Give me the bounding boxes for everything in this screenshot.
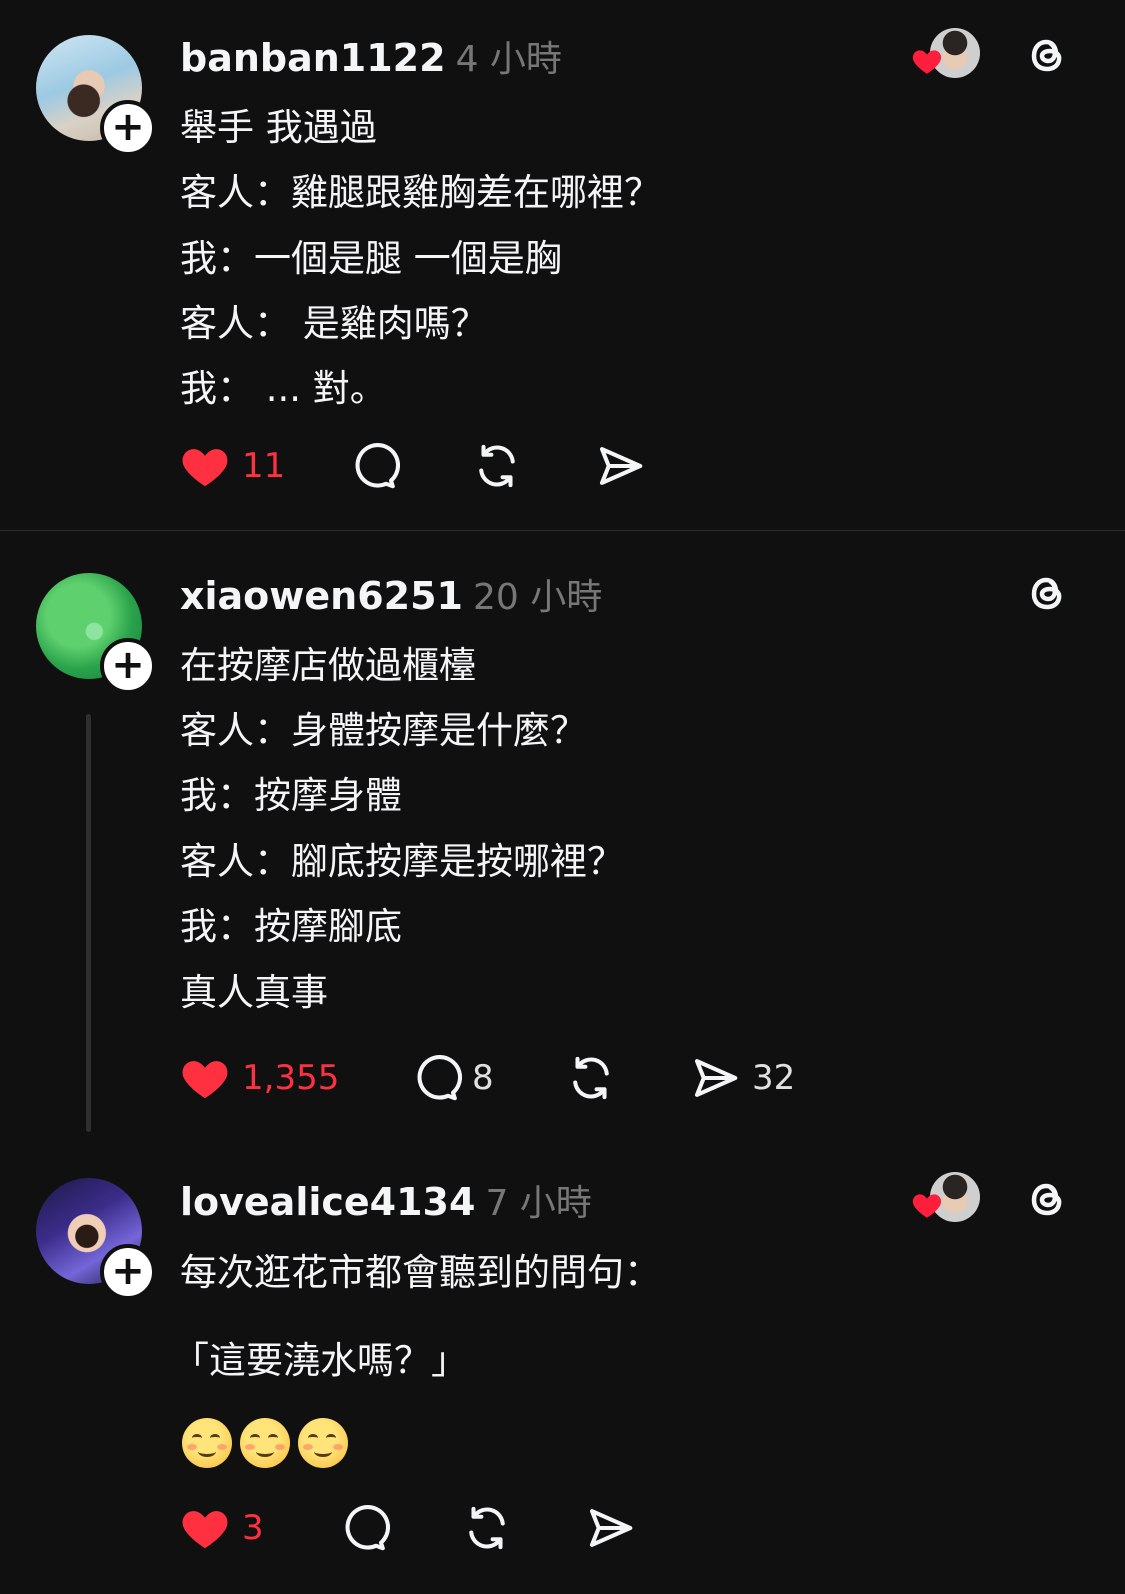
share-button[interactable] [593, 438, 647, 494]
repost-button[interactable] [564, 1050, 618, 1106]
post-time: 4 小時 [455, 39, 562, 80]
username-text[interactable]: banban1122 [180, 36, 446, 80]
comment-icon [355, 443, 400, 489]
comment-count: 8 [472, 1058, 494, 1098]
repost-icon [469, 1506, 505, 1550]
comment-icon [417, 1055, 462, 1101]
share-count: 32 [752, 1058, 796, 1098]
post-text-line: 我：一個是腿 一個是胸 [180, 237, 562, 280]
username-text[interactable]: xiaowen6251 [180, 574, 463, 618]
post-text-line: 客人：身體按摩是什麼？ [180, 709, 587, 752]
thread-line [86, 714, 91, 1132]
follow-plus-icon[interactable]: + [100, 1244, 156, 1300]
share-icon [694, 1059, 738, 1097]
post-text-line: 我：按摩身體 [180, 774, 402, 817]
like-count: 3 [242, 1508, 264, 1548]
post-text-line: 我：按摩腳底 [180, 905, 402, 948]
like-button[interactable]: 11 [178, 438, 285, 494]
smiling-face-emoji [240, 1418, 290, 1468]
liked-by-followed-avatar [910, 28, 980, 84]
heart-icon [182, 1061, 228, 1099]
post-text-line: 我： ... 對。 [180, 367, 387, 410]
post-time: 7 小時 [485, 1183, 592, 1224]
small-heart-icon [912, 50, 942, 74]
comment-button[interactable]: 8 [408, 1050, 494, 1106]
post-text-line: 客人：雞腿跟雞胸差在哪裡？ [180, 171, 661, 214]
post-text-line: 舉手 我遇過 [180, 106, 377, 149]
repost-button[interactable] [460, 1500, 514, 1556]
comment-button[interactable] [346, 438, 400, 494]
like-count: 1,355 [242, 1058, 340, 1098]
post-text-line: 客人：腳底按摩是按哪裡？ [180, 840, 624, 883]
follow-plus-icon[interactable]: + [100, 100, 156, 156]
comment-button[interactable] [336, 1500, 390, 1556]
post-text-line: 「這要澆水嗎？」 [172, 1339, 468, 1382]
repost-icon [573, 1056, 609, 1100]
smiling-face-emoji [182, 1418, 232, 1468]
threads-logo-icon[interactable] [1022, 30, 1072, 80]
username[interactable]: banban1122 4 小時 [180, 30, 562, 82]
post-text-line: 客人： 是雞肉嗎？ [180, 302, 488, 345]
liked-by-followed-avatar [910, 1172, 980, 1228]
like-button[interactable]: 3 [178, 1500, 264, 1556]
username[interactable]: xiaowen6251 20 小時 [180, 568, 602, 620]
heart-icon [182, 1511, 228, 1549]
repost-icon [479, 444, 515, 488]
like-count: 11 [242, 446, 286, 486]
share-button[interactable] [583, 1500, 637, 1556]
post-divider [0, 530, 1125, 531]
smiling-face-emoji [298, 1418, 348, 1468]
like-button[interactable]: 1,355 [178, 1050, 339, 1106]
heart-icon [182, 449, 228, 487]
comment-icon [345, 1505, 390, 1551]
follow-plus-icon[interactable]: + [100, 638, 156, 694]
post-text-line: 在按摩店做過櫃檯 [180, 644, 476, 687]
threads-logo-icon[interactable] [1022, 568, 1072, 618]
post-time: 20 小時 [472, 577, 603, 618]
repost-button[interactable] [470, 438, 524, 494]
username[interactable]: lovealice4134 7 小時 [180, 1174, 592, 1226]
post-text-line: 真人真事 [180, 971, 328, 1014]
share-icon [589, 1509, 633, 1547]
emoji-row [182, 1418, 356, 1468]
post-text-line: 每次逛花市都會聽到的問句： [180, 1251, 661, 1294]
username-text[interactable]: lovealice4134 [180, 1180, 475, 1224]
share-icon [599, 447, 643, 485]
threads-logo-icon[interactable] [1022, 1174, 1072, 1224]
small-heart-icon [912, 1194, 942, 1218]
share-button[interactable]: 32 [688, 1050, 795, 1106]
